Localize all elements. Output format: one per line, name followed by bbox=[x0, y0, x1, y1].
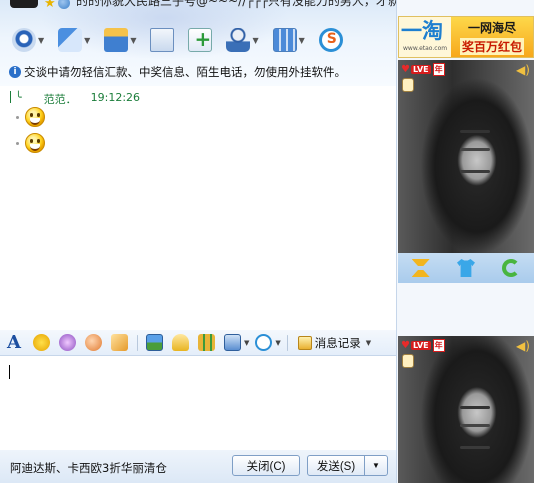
heart-icon: ♥ bbox=[401, 64, 410, 75]
sogou-input-icon[interactable] bbox=[255, 334, 273, 351]
chat-message bbox=[16, 133, 45, 153]
text-caret bbox=[9, 365, 10, 379]
message-input[interactable] bbox=[0, 355, 396, 450]
mail-icon bbox=[150, 28, 175, 52]
create-group-button[interactable] bbox=[188, 27, 213, 52]
send-button[interactable]: 发送(S) bbox=[307, 455, 365, 476]
chat-history[interactable]: ╰ 范范． 19:12:26 bbox=[0, 86, 396, 330]
chevron-down-icon[interactable]: ▼ bbox=[38, 36, 44, 45]
chevron-down-icon[interactable]: ▼ bbox=[244, 339, 249, 347]
notice-text: 交谈中请勿轻信汇款、中奖信息、陌生电话，勿使用外挂软件。 bbox=[24, 65, 346, 79]
music-icon[interactable] bbox=[172, 334, 189, 351]
security-notice: i 交谈中请勿轻信汇款、中奖信息、陌生电话，勿使用外挂软件。 bbox=[9, 64, 346, 80]
screenshot-icon[interactable] bbox=[224, 334, 241, 351]
sender-name[interactable]: 范范． bbox=[44, 91, 77, 107]
ad-slogan: 一网海尽 奖百万红包 bbox=[451, 17, 533, 57]
panel-spacer bbox=[398, 283, 534, 336]
ad-brand: 一淘 bbox=[401, 19, 443, 43]
mobile-icon: ╰ bbox=[15, 91, 22, 104]
send-mail-button[interactable] bbox=[150, 28, 175, 52]
message-marker bbox=[10, 91, 11, 103]
send-options-button[interactable]: ▼ bbox=[364, 455, 388, 476]
sogou-button[interactable] bbox=[318, 28, 343, 52]
etao-ad-banner[interactable]: 一淘 www.etao.com 一网海尽 奖百万红包 bbox=[398, 16, 534, 58]
hourglass-icon[interactable] bbox=[411, 259, 430, 277]
speaker-icon[interactable]: ◀) bbox=[516, 340, 530, 352]
folder-icon bbox=[104, 28, 129, 52]
apps-icon bbox=[272, 28, 297, 52]
level-text: LVE bbox=[410, 65, 431, 74]
message-bullet bbox=[16, 141, 19, 145]
apps-button[interactable]: ▼ bbox=[272, 28, 305, 52]
toolbar-divider bbox=[137, 334, 138, 351]
mic-icon bbox=[58, 28, 83, 52]
refresh-icon[interactable] bbox=[502, 259, 521, 277]
add-icon bbox=[188, 27, 213, 52]
chevron-down-icon[interactable]: ▼ bbox=[275, 339, 280, 347]
ad-text-link[interactable]: 阿迪达斯、卡西欧3折华丽清仓 bbox=[10, 460, 167, 476]
vip-level-badge[interactable]: ♥ LVE 年 bbox=[401, 339, 445, 352]
message-history-button[interactable]: 消息记录 ▼ bbox=[297, 335, 371, 351]
smiley-icon bbox=[25, 107, 45, 127]
user-icon bbox=[226, 28, 251, 52]
show-figure bbox=[460, 130, 490, 133]
mascot-icon[interactable] bbox=[402, 354, 414, 368]
speaker-icon[interactable]: ◀) bbox=[516, 64, 530, 76]
history-label: 消息记录 bbox=[314, 335, 361, 350]
my-show-image[interactable]: ♥ LVE 年 ◀) bbox=[398, 336, 534, 483]
contact-show-image[interactable]: ♥ LVE 年 ◀) bbox=[398, 60, 534, 253]
chevron-down-icon[interactable]: ▼ bbox=[252, 36, 258, 45]
year-text: 年 bbox=[432, 339, 445, 352]
smiley-icon bbox=[25, 133, 45, 153]
ad-line2: 奖百万红包 bbox=[459, 38, 524, 55]
heart-icon: ♥ bbox=[401, 340, 410, 351]
level-text: LVE bbox=[410, 341, 431, 350]
right-panel: 一淘 www.etao.com 一网海尽 奖百万红包 ♥ LVE 年 ◀) ♥ … bbox=[396, 0, 534, 483]
format-toolbar: A ▼ ▼ 消息记录 ▼ bbox=[0, 330, 396, 355]
chevron-down-icon[interactable]: ▼ bbox=[366, 339, 371, 347]
emoticon-icon[interactable] bbox=[33, 334, 50, 351]
history-icon bbox=[297, 335, 312, 350]
star-icon: ★ bbox=[44, 0, 56, 11]
voice-call-button[interactable]: ▼ bbox=[58, 28, 90, 52]
ad-url: www.etao.com bbox=[403, 45, 448, 52]
toolbar-divider bbox=[286, 334, 288, 351]
ad-logo: 一淘 www.etao.com bbox=[399, 17, 451, 57]
mascot-icon[interactable] bbox=[402, 78, 414, 92]
ad-line1: 一网海尽 bbox=[467, 21, 516, 35]
chevron-down-icon[interactable]: ▼ bbox=[130, 36, 136, 45]
close-button[interactable]: 关闭(C) bbox=[232, 455, 300, 476]
show-actions bbox=[398, 253, 534, 283]
message-time: 19:12:26 bbox=[90, 91, 141, 104]
camera-icon bbox=[12, 28, 36, 52]
image-icon[interactable] bbox=[146, 334, 163, 351]
gift-icon[interactable] bbox=[198, 334, 215, 351]
chat-message bbox=[16, 107, 45, 127]
message-header: ╰ 范范． 19:12:26 bbox=[10, 91, 140, 107]
bottom-bar: 阿迪达斯、卡西欧3折华丽清仓 关闭(C) 发送(S) ▼ bbox=[0, 450, 396, 483]
year-text: 年 bbox=[432, 63, 445, 76]
vip-level-badge[interactable]: ♥ LVE 年 bbox=[401, 63, 445, 76]
font-icon[interactable]: A bbox=[7, 334, 24, 352]
shirt-icon[interactable] bbox=[456, 259, 475, 277]
sogou-icon bbox=[318, 28, 343, 52]
shake-icon[interactable] bbox=[111, 334, 128, 351]
chevron-down-icon[interactable]: ▼ bbox=[84, 36, 90, 45]
contact-avatar[interactable] bbox=[10, 0, 38, 8]
magic-face-icon[interactable] bbox=[59, 334, 76, 351]
message-bullet bbox=[16, 115, 19, 119]
doodle-icon[interactable] bbox=[85, 334, 102, 351]
user-info-button[interactable]: ▼ bbox=[226, 28, 259, 52]
show-figure bbox=[460, 406, 490, 409]
video-call-button[interactable]: ▼ bbox=[12, 28, 44, 52]
send-file-button[interactable]: ▼ bbox=[104, 28, 136, 52]
window-header: ★ 的的你貌大民路三乎号@~~~//┌┌┌只有没能力的男人，才就女人现貫。 ▼ … bbox=[0, 0, 460, 86]
info-icon: i bbox=[9, 66, 21, 78]
main-toolbar: ▼ ▼ ▼ ▼ ▼ bbox=[12, 25, 357, 55]
chevron-down-icon[interactable]: ▼ bbox=[299, 36, 305, 45]
